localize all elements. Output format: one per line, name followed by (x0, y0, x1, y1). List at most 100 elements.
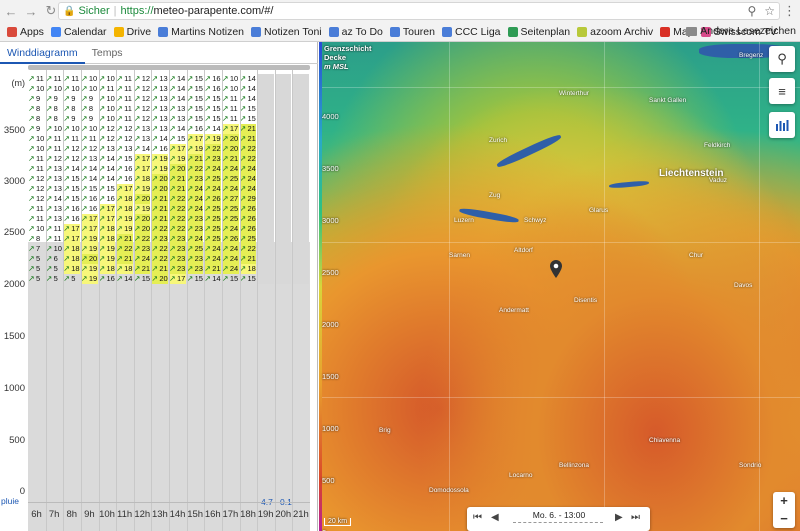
place-label: Disentis (574, 297, 598, 304)
place-label: Winterthur (559, 90, 589, 97)
hour-gridline (239, 70, 241, 531)
altitude-tick: 1000 (3, 383, 25, 394)
hour-gridline (186, 70, 188, 531)
bookmark-ccc-liga[interactable]: CCC Liga (441, 26, 501, 38)
search-icon[interactable]: ⚲ (747, 4, 756, 18)
chart-button[interactable] (769, 112, 795, 138)
hour-label: 12h (134, 509, 151, 520)
place-label: Feldkirch (704, 142, 731, 149)
zoom-out-button[interactable]: − (773, 510, 795, 528)
place-label: Domodossola (429, 487, 469, 494)
skip-last-icon[interactable]: ⏭ (631, 512, 640, 523)
zoom-control: + − (773, 492, 795, 528)
map-gridline (449, 42, 450, 531)
drive-icon (113, 26, 124, 37)
hour-label: 6h (31, 509, 42, 520)
step-back-icon[interactable]: ◀ (491, 512, 499, 523)
map-scale: 20 km (324, 518, 352, 526)
url-path: /#/ (261, 5, 274, 17)
map-gridline (759, 42, 760, 531)
menu-icon[interactable]: ⋮ (783, 3, 796, 19)
hour-gridline (257, 70, 259, 531)
legend-tick: 500 (322, 476, 335, 485)
bookmark-calendar[interactable]: Calendar (50, 26, 107, 38)
hour-label: 16h (204, 509, 221, 520)
altitude-tick: 1500 (3, 331, 25, 342)
bookmark-drive[interactable]: Drive (113, 26, 151, 38)
time-slider[interactable] (513, 522, 603, 526)
zoom-in-button[interactable]: + (773, 492, 795, 510)
hour-gridline (98, 70, 100, 531)
address-bar[interactable]: 🔒 Sicher | https:// meteo-parapente.com … (58, 2, 780, 20)
location-pin-icon[interactable] (550, 260, 562, 278)
map-gridline (319, 242, 800, 243)
skip-first-icon[interactable]: ⏮ (473, 512, 482, 523)
place-label: Davos (734, 282, 753, 289)
place-label: Zug (489, 192, 501, 199)
lake-walen (608, 180, 650, 189)
forward-icon[interactable]: → (22, 2, 40, 20)
hour-label: 7h (48, 509, 60, 520)
place-label: Brig (379, 427, 391, 434)
hour-label: 19h (257, 509, 274, 520)
place-label: Luzern (454, 217, 474, 224)
place-label: Bregenz (739, 52, 764, 59)
place-label: Andermatt (499, 307, 529, 314)
map-gridline (604, 42, 605, 531)
hour-label: 18h (240, 509, 256, 520)
hour-gridlines (28, 70, 310, 531)
legend-tick: 2500 (322, 268, 339, 277)
time-controls: ⏮ ◀ Mo. 6. - 13:00 ▶ ⏭ (467, 507, 650, 531)
browser-chrome: ← → ↻ 🔒 Sicher | https:// meteo-parapent… (0, 0, 800, 42)
step-forward-icon[interactable]: ▶ (615, 512, 623, 523)
hour-label: 9h (84, 509, 95, 520)
altitude-tick: 3500 (3, 125, 25, 136)
doc-icon (441, 26, 452, 37)
place-label: Zurich (489, 137, 508, 144)
folder-icon (686, 26, 698, 36)
bookmark-azoom-archiv[interactable]: azoom Archiv (577, 26, 653, 38)
map-view[interactable]: Zurich Winterthur Sankt Gallen Luzern Zug Sch… (319, 42, 800, 531)
azoom-icon (577, 26, 588, 37)
url-host: meteo-parapente.com (153, 5, 262, 17)
legend-tick: 1500 (322, 372, 339, 381)
bookmark-touren[interactable]: Touren (389, 26, 435, 38)
tab-temps[interactable]: Temps (85, 42, 130, 64)
place-label: Sarnen (449, 252, 470, 259)
map-gridline (319, 87, 800, 88)
star-icon[interactable]: ☆ (764, 4, 775, 18)
hour-gridline (204, 70, 206, 531)
doc-icon (328, 26, 339, 37)
altitude-unit: (m) (11, 78, 26, 88)
apps-grid-icon (7, 26, 17, 37)
back-icon[interactable]: ← (2, 2, 20, 20)
other-bookmarks[interactable]: Andere Lesezeichen (686, 25, 796, 37)
hour-gridline (169, 70, 170, 531)
tab-winddiagramm[interactable]: Winddiagramm (0, 42, 85, 64)
hour-gridline (45, 70, 47, 531)
legend-tick: 3500 (322, 164, 339, 173)
hour-gridline (80, 70, 82, 531)
doc-icon (389, 26, 400, 37)
hour-label: 13h (151, 509, 168, 520)
bookmark-seitenplan[interactable]: Seitenplan (507, 26, 570, 38)
address-separator: | (113, 5, 117, 17)
bookmark-notizen-toni[interactable]: Notizen Toni (251, 26, 322, 38)
hour-gridline (151, 70, 153, 531)
hour-label: 15h (187, 509, 204, 520)
place-label: Sondrio (739, 462, 762, 469)
calendar-icon (50, 26, 61, 37)
wind-panel: Winddiagramm Temps (m) 3500 3000 2500 20… (0, 42, 318, 531)
legend-tick: 1000 (322, 424, 339, 433)
bookmark-apps[interactable]: Apps (7, 26, 44, 38)
bookmark-martins-notizen[interactable]: Martins Notizen (158, 26, 244, 38)
settings-sliders-button[interactable]: ≡ (769, 78, 795, 104)
hour-gridline (292, 70, 294, 531)
hour-label: 10h (99, 509, 115, 520)
hour-label: 17h (222, 509, 239, 520)
hour-label: 11h (117, 509, 133, 520)
search-button[interactable]: ⚲ (769, 46, 795, 72)
bookmark-az-todo[interactable]: az To Do (328, 26, 383, 38)
address-row: ← → ↻ 🔒 Sicher | https:// meteo-parapent… (0, 0, 800, 22)
rain-label: pluie (1, 496, 19, 506)
